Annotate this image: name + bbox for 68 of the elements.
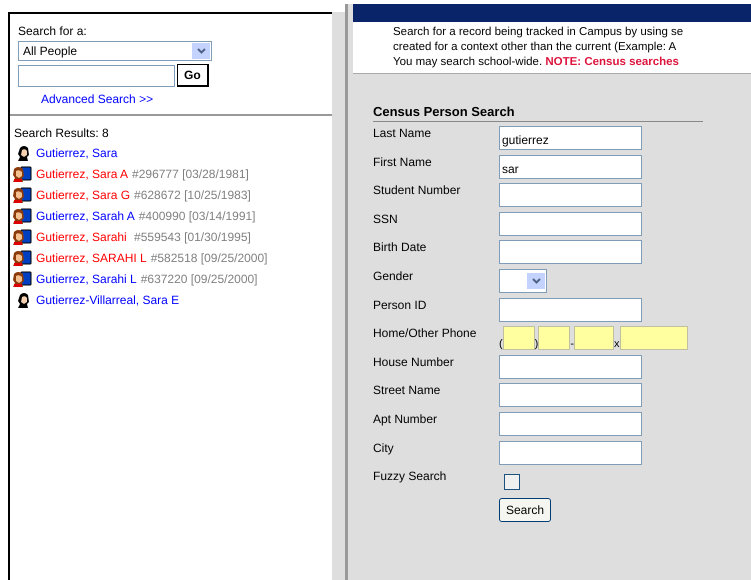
text-field[interactable] [499,183,642,208]
field-label: Fuzzy Search [373,469,448,486]
person-icon [15,144,31,162]
student-card-icon [12,186,32,204]
student-card-icon [12,208,32,224]
caret-icon [196,48,206,54]
field-label: House Number [373,354,455,371]
result-details: #582518 [09/25/2000] [150,251,268,265]
phone-separator: ) [534,338,538,350]
search-type-dropdown[interactable]: All People [18,41,212,61]
area-code-field[interactable] [502,326,535,350]
result-name-link[interactable]: Gutierrez, Sarahi L [36,272,137,286]
field-label: Last Name [373,126,432,142]
result-name-link[interactable]: Gutierrez, Sarahi [36,230,130,244]
student-card-icon [12,270,32,288]
text-field[interactable]: sar [499,154,642,179]
phone-separator: - [570,338,574,350]
description-text: Search for a record being tracked in Campus by using se [393,25,684,40]
student-card-icon [12,166,32,182]
field-label: Student Number [373,183,462,200]
checkbox[interactable] [504,474,520,490]
gender-dropdown[interactable] [499,268,547,293]
result-name-link[interactable]: Gutierrez, Sara A [36,167,128,181]
result-name-link[interactable]: Gutierrez, Sara [36,146,118,160]
description-text: You may search school-wide. NOTE: Census searches [393,55,680,70]
text-field[interactable] [499,240,642,264]
results-count: Search Results: 8 [14,126,110,140]
go-button[interactable]: Go [177,64,209,87]
extension-field[interactable] [620,326,688,350]
text-field[interactable] [499,212,642,236]
field-label: Street Name [373,383,442,400]
phone-separator: ( [499,338,503,350]
caret-icon [532,278,540,284]
field-label: SSN [373,212,399,228]
search-for-label: Search for a: [18,24,88,38]
result-details: #559543 [01/30/1995] [134,230,251,244]
phone-separator: x [614,338,620,350]
text-field[interactable] [499,354,642,379]
field-label: Gender [373,268,414,285]
text-field[interactable] [499,412,642,436]
field-label: Birth Date [373,240,428,256]
field-label: Apt Number [373,412,438,428]
text-field[interactable] [499,440,642,465]
student-card-icon [12,228,32,246]
result-details: #628672 [10/25/1983] [134,188,251,202]
result-details: #400990 [03/14/1991] [138,209,256,223]
search-field[interactable] [18,64,175,86]
search-button[interactable]: Search [499,498,552,522]
text-field[interactable]: gutierrez [499,126,642,150]
result-name-link[interactable]: Gutierrez, Sara G [36,188,130,202]
field-label: Person ID [373,298,428,314]
result-details: #637220 [09/25/2000] [140,272,258,286]
text-field[interactable] [499,383,642,408]
result-name-link[interactable]: Gutierrez, Sarah A [36,209,135,223]
text-field[interactable] [499,298,642,322]
field-label: City [373,440,395,457]
advanced-search-link[interactable]: Advanced Search >> [41,92,332,106]
result-details: #296777 [03/28/1981] [132,167,249,181]
result-name-link[interactable]: Gutierrez, SARAHI L [36,251,147,265]
phone-line-field[interactable] [574,326,614,350]
field-label: Home/Other Phone [373,326,478,342]
section-title: Census Person Search [373,104,703,122]
field-label: First Name [373,154,433,171]
person-icon [15,292,31,308]
result-name-link[interactable]: Gutierrez-Villarreal, Sara E [36,293,180,307]
student-card-icon [12,250,32,266]
description-text: created for a context other than the current (Example: A [393,40,678,55]
phone-prefix-field[interactable] [538,326,570,350]
